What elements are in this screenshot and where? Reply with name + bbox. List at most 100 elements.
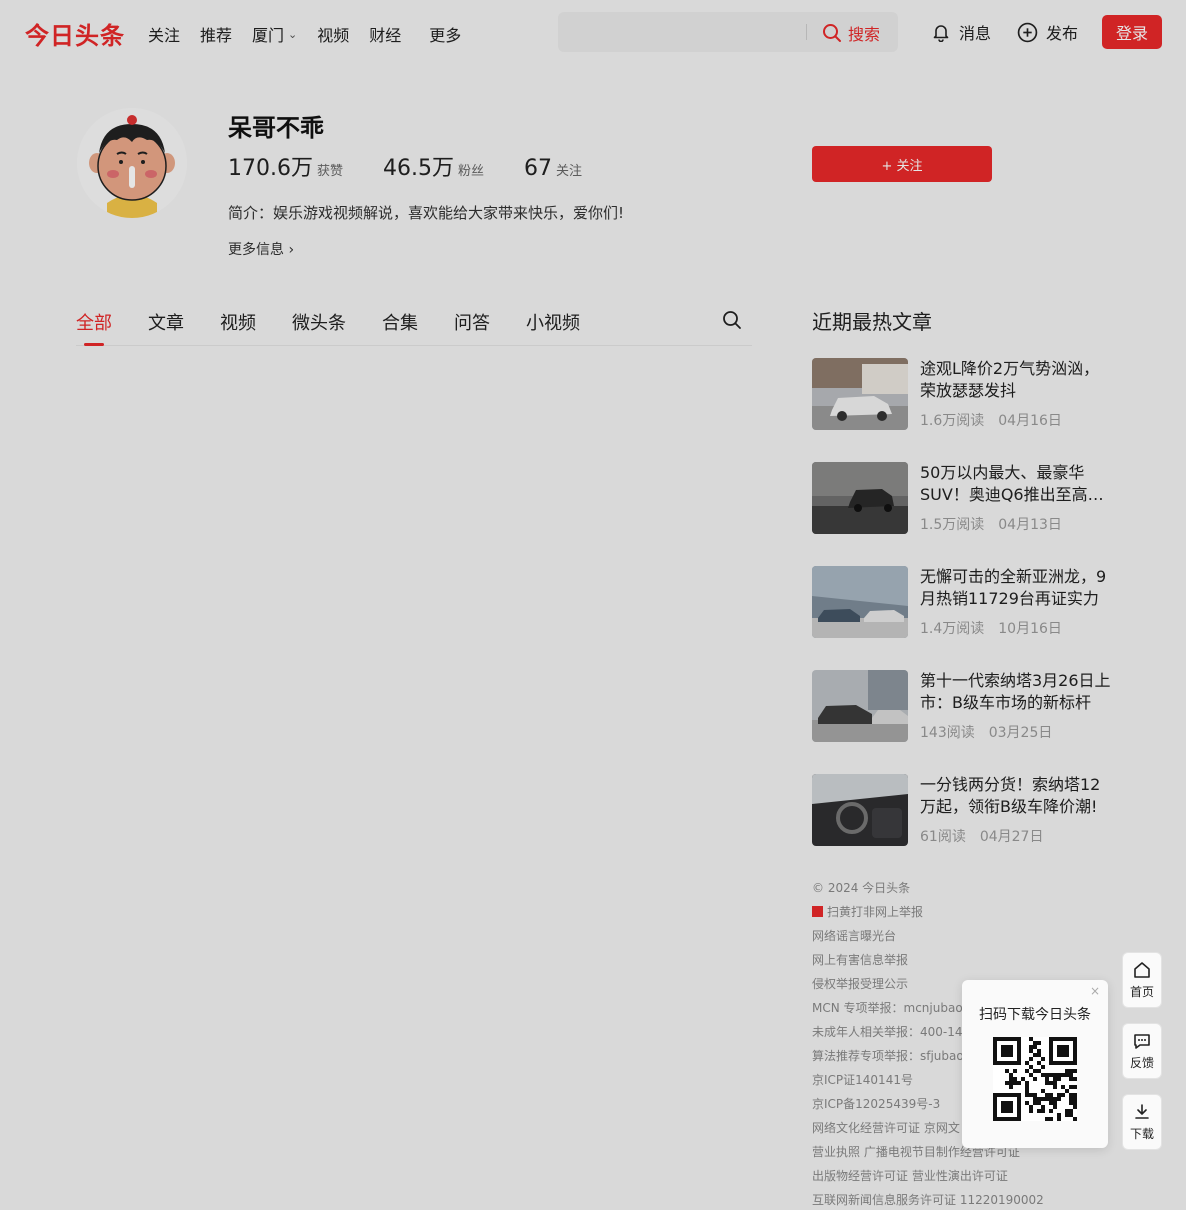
article-thumbnail[interactable] <box>812 566 908 638</box>
nav-item-more[interactable]: 更多 <box>429 22 461 46</box>
profile-bio: 简介：娱乐游戏视频解说，喜欢能给大家带来快乐，爱你们! <box>228 204 625 222</box>
article-meta: 143阅读 03月25日 <box>920 722 1066 742</box>
article-title[interactable]: 一分钱两分货！索纳塔12万起，领衔B级车降价潮! <box>920 774 1112 818</box>
nav-label: 关注 <box>148 26 181 45</box>
chevron-right-icon: › <box>288 242 295 258</box>
stat-fans[interactable]: 46.5万 粉丝 <box>383 150 484 182</box>
rail-download-button[interactable]: 下载 <box>1122 1094 1162 1150</box>
article-reads: 1.6万阅读 <box>920 413 985 429</box>
article-date: 04月13日 <box>998 517 1062 533</box>
hot-articles-title: 近期最热文章 <box>812 310 932 334</box>
qr-code-graphic <box>993 1037 1077 1121</box>
article-reads: 61阅读 <box>920 829 966 845</box>
tab-qa[interactable]: 问答 <box>454 309 490 335</box>
search-button[interactable]: 搜索 <box>822 21 880 45</box>
tab-micro-posts[interactable]: 微头条 <box>292 309 346 335</box>
tab-short-videos[interactable]: 小视频 <box>526 309 580 335</box>
car-image-icon <box>812 670 908 742</box>
tab-collections[interactable]: 合集 <box>382 309 418 335</box>
article-title[interactable]: 50万以内最大、最豪华SUV！奥迪Q6推出至高6万优惠 <box>920 462 1112 506</box>
article-meta: 1.5万阅读 04月13日 <box>920 514 1076 534</box>
search-input[interactable]: 搜索 <box>558 12 898 52</box>
stat-label: 粉丝 <box>458 164 485 179</box>
article-title[interactable]: 途观L降价2万气势汹汹，荣放瑟瑟发抖 <box>920 358 1112 402</box>
rail-label: 首页 <box>1129 984 1154 999</box>
article-item[interactable]: 一分钱两分货！索纳塔12万起，领衔B级车降价潮! 61阅读 04月27日 <box>812 774 1112 846</box>
article-meta: 1.4万阅读 10月16日 <box>920 618 1076 638</box>
stat-value: 67 <box>524 156 553 181</box>
article-date: 10月16日 <box>998 621 1062 637</box>
stat-label: 获赞 <box>316 164 343 179</box>
article-title[interactable]: 无懈可击的全新亚洲龙，9月热销11729台再证实力 <box>920 566 1112 610</box>
footer-link[interactable]: 网上有害信息举报 <box>812 948 1112 972</box>
publish-button[interactable]: 发布 <box>1017 20 1078 44</box>
article-meta: 1.6万阅读 04月16日 <box>920 410 1076 430</box>
article-date: 03月25日 <box>988 725 1053 741</box>
rail-label: 反馈 <box>1129 1055 1154 1070</box>
follow-button[interactable]: + 关注 <box>812 146 992 182</box>
search-button-label: 搜索 <box>848 25 881 44</box>
plus-circle-icon <box>1017 22 1038 42</box>
avatar <box>77 108 187 218</box>
car-image-icon <box>812 462 908 534</box>
rail-feedback-button[interactable]: 反馈 <box>1122 1023 1162 1079</box>
download-icon <box>1135 1103 1149 1119</box>
article-thumbnail[interactable] <box>812 670 908 742</box>
stat-value: 46.5万 <box>383 156 454 181</box>
stat-following[interactable]: 67 关注 <box>524 156 582 181</box>
nav-label: 厦门 <box>252 26 285 45</box>
article-thumbnail[interactable] <box>812 358 908 430</box>
article-item[interactable]: 50万以内最大、最豪华SUV！奥迪Q6推出至高6万优惠 1.5万阅读 04月13日 <box>812 462 1112 534</box>
messages-button[interactable]: 消息 <box>931 20 991 44</box>
search-divider <box>806 24 807 40</box>
page: 今日头条 关注 推荐 厦门 ⌄ 视频 财经 更多 搜索 消息 发布 登录 呆哥不… <box>0 0 1186 1210</box>
login-button[interactable]: 登录 <box>1102 15 1162 49</box>
article-reads: 143阅读 <box>920 725 975 741</box>
chevron-down-icon: ⌄ <box>288 27 298 41</box>
car-image-icon <box>812 566 908 638</box>
top-nav: 关注 推荐 厦门 ⌄ 视频 财经 更多 <box>148 22 481 46</box>
nav-item-video[interactable]: 视频 <box>317 22 349 46</box>
article-item[interactable]: 第十一代索纳塔3月26日上市：B级车市场的新标杆 143阅读 03月25日 <box>812 670 1112 742</box>
nav-item-finance[interactable]: 财经 <box>369 22 401 46</box>
article-meta: 61阅读 04月27日 <box>920 826 1057 846</box>
nav-label: 视频 <box>317 26 350 45</box>
report-flag-icon <box>812 906 823 917</box>
tab-articles[interactable]: 文章 <box>148 309 184 335</box>
footer-link[interactable]: 扫黄打非网上举报 <box>812 900 1112 924</box>
tab-all[interactable]: 全部 <box>76 309 112 335</box>
content-tabs: 全部 文章 视频 微头条 合集 问答 小视频 <box>76 306 752 346</box>
article-reads: 1.5万阅读 <box>920 517 985 533</box>
stat-label: 关注 <box>556 164 583 179</box>
nav-item-recommend[interactable]: 推荐 <box>200 22 232 46</box>
article-thumbnail[interactable] <box>812 774 908 846</box>
publish-label: 发布 <box>1046 24 1079 43</box>
article-date: 04月27日 <box>979 829 1044 845</box>
nav-item-follow[interactable]: 关注 <box>148 22 180 46</box>
search-icon <box>723 311 741 329</box>
article-title[interactable]: 第十一代索纳塔3月26日上市：B级车市场的新标杆 <box>920 670 1112 714</box>
more-info-link[interactable]: 更多信息 › <box>228 239 294 259</box>
more-info-label: 更多信息 <box>228 242 284 258</box>
profile-name: 呆哥不乖 <box>228 114 324 142</box>
footer-copyright: © 2024 今日头条 <box>812 881 911 895</box>
article-thumbnail[interactable] <box>812 462 908 534</box>
tab-videos[interactable]: 视频 <box>220 309 256 335</box>
tab-search-button[interactable] <box>722 310 742 334</box>
profile-stats: 170.6万 获赞 46.5万 粉丝 67 关注 <box>228 150 622 182</box>
close-icon[interactable]: × <box>1090 984 1100 998</box>
footer-link[interactable]: 互联网新闻信息服务许可证 11220190002 <box>812 1188 1112 1210</box>
rail-label: 下载 <box>1129 1126 1154 1141</box>
nav-label: 更多 <box>429 26 462 45</box>
nav-label: 推荐 <box>200 26 233 45</box>
nav-item-city[interactable]: 厦门 ⌄ <box>252 22 297 46</box>
car-interior-icon <box>812 774 908 846</box>
rail-home-button[interactable]: 首页 <box>1122 952 1162 1008</box>
footer-link[interactable]: 网络谣言曝光台 <box>812 924 1112 948</box>
active-tab-indicator <box>84 343 104 346</box>
article-item[interactable]: 途观L降价2万气势汹汹，荣放瑟瑟发抖 1.6万阅读 04月16日 <box>812 358 1112 430</box>
stat-value: 170.6万 <box>228 156 313 181</box>
site-logo[interactable]: 今日头条 <box>25 16 125 51</box>
article-item[interactable]: 无懈可击的全新亚洲龙，9月热销11729台再证实力 1.4万阅读 10月16日 <box>812 566 1112 638</box>
footer-link[interactable]: 出版物经营许可证 营业性演出许可证 <box>812 1164 1112 1188</box>
